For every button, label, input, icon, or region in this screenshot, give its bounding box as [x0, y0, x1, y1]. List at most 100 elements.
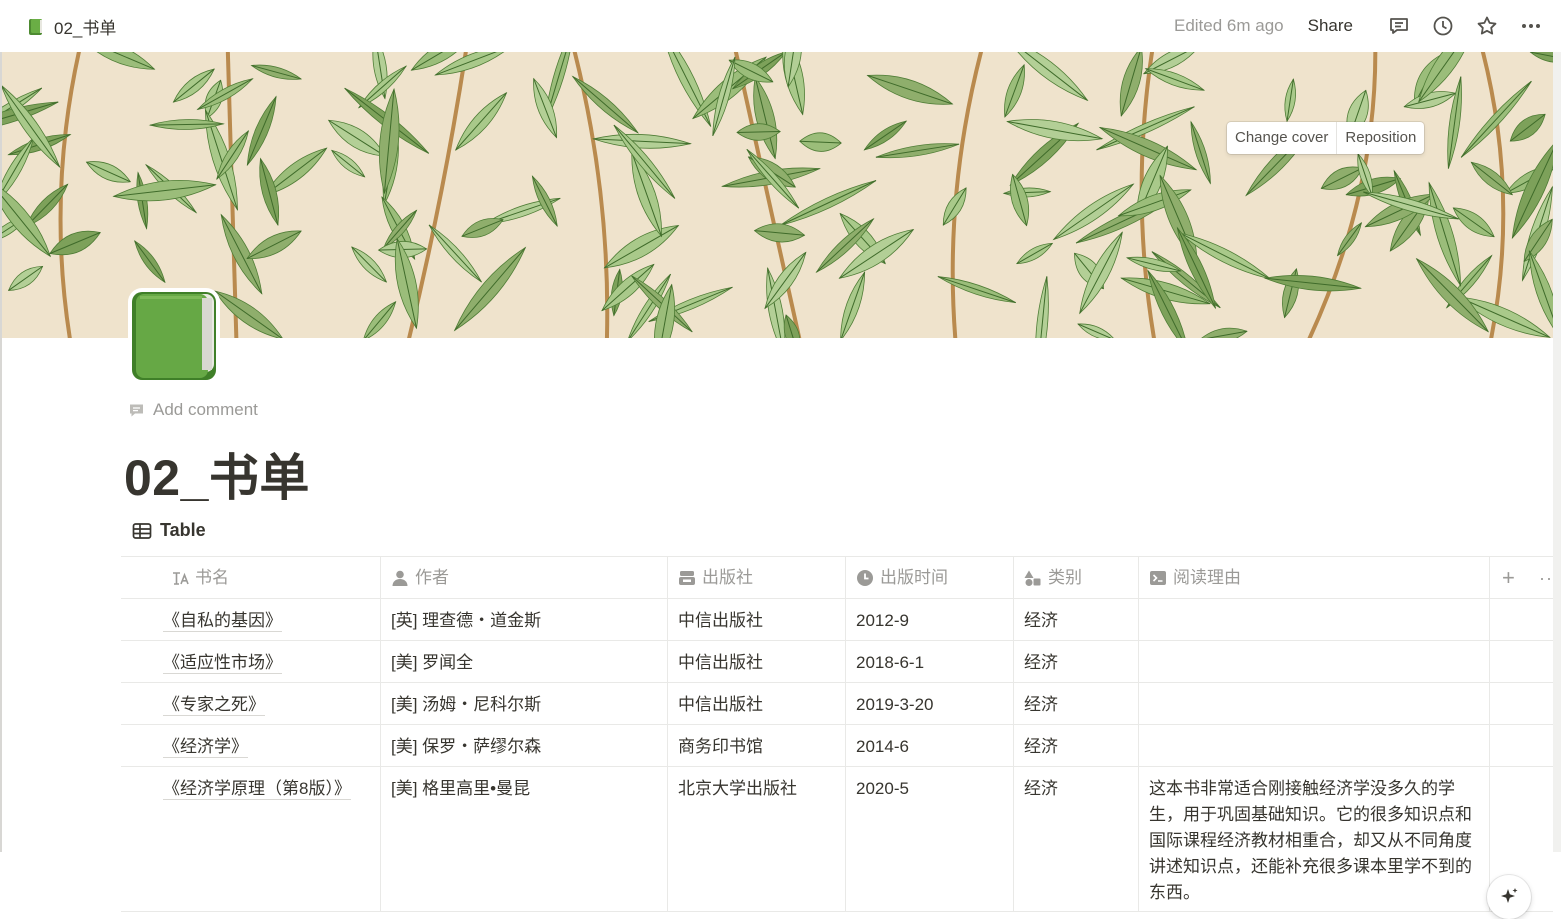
cover-leaf: [1077, 323, 1116, 338]
cell-author[interactable]: [美] 保罗・萨缪尔森: [381, 725, 668, 766]
table-row[interactable]: 《经济学》 [美] 保罗・萨缪尔森 商务印书馆 2014-6 经济: [121, 725, 1553, 767]
cell-category[interactable]: 经济: [1014, 767, 1139, 911]
column-label: 出版社: [702, 567, 753, 587]
cell-reason[interactable]: [1139, 641, 1490, 682]
database-table: 书名 作者 出版社 出版时间 类别 阅读理由 + ·· 《自私的基因》 [英] …: [121, 556, 1553, 912]
cell-date[interactable]: 2012-9: [846, 599, 1014, 640]
share-button[interactable]: Share: [1308, 16, 1353, 36]
reposition-button[interactable]: Reposition: [1336, 122, 1424, 154]
row-title[interactable]: 《适应性市场》: [163, 653, 282, 674]
cell-title[interactable]: 《自私的基因》: [121, 599, 381, 640]
more-icon[interactable]: [1515, 10, 1547, 42]
row-title[interactable]: 《专家之死》: [163, 695, 265, 716]
more-icon[interactable]: ··: [1539, 565, 1553, 591]
row-title[interactable]: 《自私的基因》: [163, 611, 282, 632]
cover-leaf: [331, 149, 366, 178]
cell-publisher[interactable]: 中信出版社: [668, 683, 846, 724]
cover-leaf: [49, 230, 101, 256]
cover-leaf: [246, 95, 277, 167]
green-book-icon[interactable]: [126, 286, 222, 386]
cover-leaf: [603, 225, 680, 269]
cell-publisher[interactable]: 商务印书馆: [668, 725, 846, 766]
column-header-date[interactable]: 出版时间: [846, 557, 1014, 598]
cell-author[interactable]: [美] 汤姆・尼科尔斯: [381, 683, 668, 724]
column-label: 作者: [415, 567, 449, 587]
cell-date[interactable]: 2020-5: [846, 767, 1014, 911]
comment-icon: [130, 404, 143, 416]
cell-category[interactable]: 经济: [1014, 683, 1139, 724]
cover-leaf: [753, 223, 806, 243]
cell-reason[interactable]: 这本书非常适合刚接触经济学没多久的学生，用于巩固基础知识。它的很多知识点和国际课…: [1139, 767, 1490, 911]
column-header-author[interactable]: 作者: [381, 557, 668, 598]
star-icon[interactable]: [1471, 10, 1503, 42]
cell-author[interactable]: [英] 理查德・道金斯: [381, 599, 668, 640]
cover-leaf: [378, 87, 400, 195]
cell-date[interactable]: 2014-6: [846, 725, 1014, 766]
scrollbar[interactable]: [1553, 52, 1561, 852]
table-header: 书名 作者 出版社 出版时间 类别 阅读理由 + ··: [121, 556, 1553, 599]
cell-publisher[interactable]: 中信出版社: [668, 599, 846, 640]
table-row[interactable]: 《专家之死》 [美] 汤姆・尼科尔斯 中信出版社 2019-3-20 经济: [121, 683, 1553, 725]
cell-publisher[interactable]: 北京大学出版社: [668, 767, 846, 911]
view-tab-table[interactable]: Table: [132, 520, 206, 541]
table-icon: [132, 522, 152, 539]
text-icon: [1150, 570, 1166, 585]
row-title[interactable]: 《经济学原理（第8版）》: [163, 779, 351, 800]
breadcrumb[interactable]: 02_书单: [28, 14, 116, 39]
history-clock-icon[interactable]: [1427, 10, 1459, 42]
breadcrumb-page-title: 02_书单: [54, 19, 117, 38]
column-label: 出版时间: [880, 567, 948, 587]
cover-leaf: [840, 271, 866, 338]
cover-stem: [58, 52, 81, 338]
cell-title[interactable]: 《经济学》: [121, 725, 381, 766]
cover-image: Change cover Reposition: [2, 52, 1553, 338]
cover-leaf: [866, 74, 954, 105]
cell-reason[interactable]: [1139, 683, 1490, 724]
cell-title[interactable]: 《适应性市场》: [121, 641, 381, 682]
cover-leaf: [1190, 120, 1211, 185]
cover-leaf: [1460, 80, 1532, 158]
willow-leaf-pattern: [2, 52, 1553, 338]
cover-leaf: [1263, 275, 1363, 292]
cell-title[interactable]: 《专家之死》: [121, 683, 381, 724]
cover-leaf: [134, 240, 166, 284]
cover-leaf: [259, 157, 280, 227]
cover-leaf: [1004, 63, 1025, 118]
cover-leaf: [661, 52, 712, 127]
shapes-icon: [1024, 570, 1041, 586]
column-header-reason[interactable]: 阅读理由: [1139, 557, 1490, 598]
column-header-category[interactable]: 类别: [1014, 557, 1139, 598]
add-comment-label: Add comment: [153, 400, 258, 419]
cell-author[interactable]: [美] 格里高里•曼昆: [381, 767, 668, 911]
cell-date[interactable]: 2019-3-20: [846, 683, 1014, 724]
cell-title[interactable]: 《经济学原理（第8版）》: [121, 767, 381, 911]
ai-assistant-button[interactable]: [1487, 875, 1531, 919]
table-row[interactable]: 《适应性市场》 [美] 罗闻全 中信出版社 2018-6-1 经济: [121, 641, 1553, 683]
cell-date[interactable]: 2018-6-1: [846, 641, 1014, 682]
cell-author[interactable]: [美] 罗闻全: [381, 641, 668, 682]
comment-icon[interactable]: [1383, 10, 1415, 42]
column-label: 书名: [195, 567, 229, 587]
change-cover-button[interactable]: Change cover: [1227, 122, 1336, 154]
cover-leaf: [591, 133, 692, 149]
table-row[interactable]: 《经济学原理（第8版）》 [美] 格里高里•曼昆 北京大学出版社 2020-5 …: [121, 767, 1553, 912]
cell-publisher[interactable]: 中信出版社: [668, 641, 846, 682]
page-title[interactable]: 02_书单: [124, 438, 310, 510]
column-header-title[interactable]: 书名: [121, 557, 381, 598]
cover-leaf: [1470, 161, 1514, 196]
add-comment-button[interactable]: Add comment: [128, 400, 258, 420]
sparkle-icon: [1501, 888, 1518, 903]
column-header-publisher[interactable]: 出版社: [668, 557, 846, 598]
cover-leaf: [1198, 327, 1248, 338]
cell-category[interactable]: 经济: [1014, 599, 1139, 640]
row-title[interactable]: 《经济学》: [163, 737, 248, 758]
top-actions: Edited 6m ago Share: [1174, 10, 1547, 42]
cell-reason[interactable]: [1139, 725, 1490, 766]
cover-leaf: [875, 143, 960, 159]
table-row[interactable]: 《自私的基因》 [英] 理查德・道金斯 中信出版社 2012-9 经济: [121, 599, 1553, 641]
cell-category[interactable]: 经济: [1014, 641, 1139, 682]
top-bar: 02_书单 Edited 6m ago Share: [0, 0, 1561, 52]
add-column-button[interactable]: +: [1502, 565, 1515, 591]
cell-reason[interactable]: [1139, 599, 1490, 640]
cell-category[interactable]: 经济: [1014, 725, 1139, 766]
